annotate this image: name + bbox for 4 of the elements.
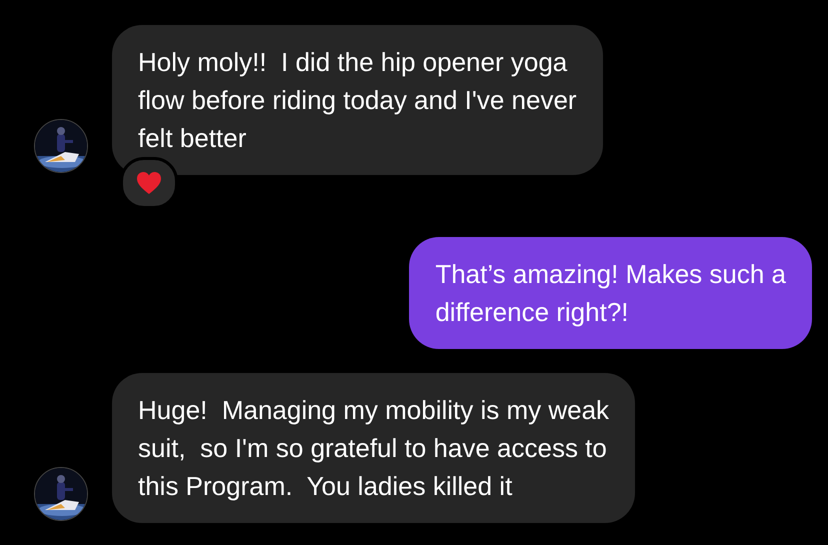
message-bubble: That’s amazing! Makes such a difference right?! <box>409 237 812 349</box>
message-bubble: Holy moly!! I did the hip opener yoga flow before riding today and I've never felt better <box>112 25 603 175</box>
message-bubble: Huge! Managing my mobility is my weak suit, so I'm so grateful to have access to this Program. You ladies killed it <box>112 373 636 523</box>
heart-icon <box>136 171 162 195</box>
